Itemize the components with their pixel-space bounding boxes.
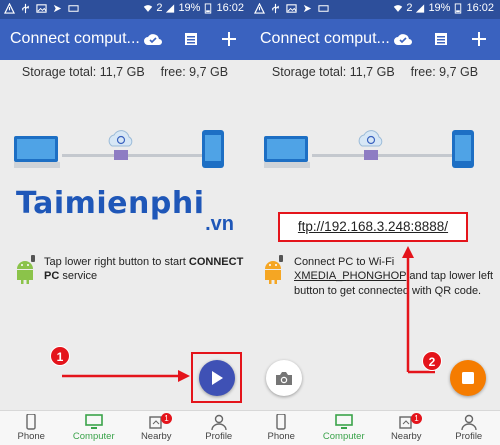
smartphone-icon [452, 130, 474, 168]
nav-nearby[interactable]: 1 Nearby [375, 411, 438, 445]
computer-icon [14, 136, 60, 168]
start-hint-bold-connect: CONNECT [188, 256, 244, 268]
phone-icon [276, 414, 286, 430]
nearby-badge: 1 [161, 413, 172, 424]
usb-icon [22, 3, 29, 14]
signal-icon [416, 3, 425, 13]
image-icon [36, 4, 47, 13]
camera-icon [276, 371, 292, 385]
usb-icon [272, 3, 279, 14]
app-bar: Connect comput... [250, 19, 500, 60]
nav-computer[interactable]: Computer [313, 411, 376, 445]
keyboard-icon [68, 5, 79, 12]
nav-nearby[interactable]: 1 Nearby [125, 411, 188, 445]
nav-profile[interactable]: Profile [188, 411, 251, 445]
sim-number: 2 [406, 2, 413, 14]
sync-cloud-icon [358, 130, 383, 147]
nav-phone[interactable]: Phone [0, 411, 63, 445]
connect-hint-text: Connect PC to Wi-Fi [294, 256, 395, 268]
battery-icon [205, 2, 212, 14]
cloud-done-icon[interactable] [392, 28, 414, 50]
connection-diagram [14, 130, 224, 168]
monitor-icon [84, 414, 103, 429]
signal-icon [166, 3, 175, 13]
storage-total: Storage total: 11,7 GB [21, 65, 145, 79]
clock: 16:02 [466, 2, 494, 14]
list-icon[interactable] [430, 28, 452, 50]
profile-icon [211, 414, 227, 430]
storage-info: Storage total: 11,7 GB free: 9,7 GB [0, 65, 250, 79]
battery-percent: 19% [178, 2, 201, 14]
stop-service-button[interactable] [450, 360, 486, 396]
stop-icon [462, 372, 474, 384]
storage-free: free: 9,7 GB [160, 65, 229, 79]
add-icon[interactable] [468, 28, 490, 50]
clock: 16:02 [216, 2, 244, 14]
keyboard-icon [318, 5, 329, 12]
bottom-nav: Phone Computer 1 Nearby Profile [250, 410, 500, 445]
wifi-icon [144, 4, 153, 12]
nav-nearby-label: Nearby [390, 431, 422, 442]
warning-icon [4, 3, 15, 14]
bottom-nav: Phone Computer 1 Nearby Profile [0, 410, 250, 445]
wifi-icon [394, 4, 403, 12]
start-hint-text: Tap lower right button to start [44, 256, 189, 268]
battery-icon [455, 2, 462, 14]
status-bar: 2 19% 16:02 [250, 0, 500, 19]
image-icon [286, 4, 297, 13]
step-marker-2: 2 [422, 351, 442, 371]
nav-profile-label: Profile [455, 431, 483, 442]
list-icon[interactable] [180, 28, 202, 50]
connect-hint: Connect PC to Wi-Fi XMEDIA_PHONGHOP and t… [294, 255, 494, 298]
nav-phone[interactable]: Phone [250, 411, 313, 445]
app-title: Connect comput... [10, 30, 140, 47]
status-bar: 2 19% 16:02 [0, 0, 250, 19]
sim-number: 2 [156, 2, 163, 14]
smartphone-icon [202, 130, 224, 168]
wifi-network-name: XMEDIA_PHONGHOP [294, 270, 407, 283]
play-icon [212, 371, 223, 385]
warning-icon [254, 3, 265, 14]
connection-diagram [264, 130, 474, 168]
start-hint: Tap lower right button to start CONNECT P… [44, 255, 250, 284]
nav-computer[interactable]: Computer [63, 411, 126, 445]
nearby-icon [303, 4, 312, 13]
nearby-badge: 1 [411, 413, 422, 424]
monitor-icon [334, 414, 353, 429]
profile-icon [461, 414, 477, 430]
logo-tld: .vn [205, 213, 234, 235]
watermark-logo: Taimienphi .vn [16, 186, 236, 244]
nav-profile-label: Profile [205, 431, 233, 442]
qr-scan-button[interactable] [266, 360, 302, 396]
logo-brand: Taimienphi [16, 186, 205, 221]
sync-cloud-icon [108, 130, 133, 147]
start-hint-tail: service [59, 270, 98, 283]
app-title: Connect comput... [260, 30, 390, 47]
add-icon[interactable] [218, 28, 240, 50]
storage-total: Storage total: 11,7 GB [271, 65, 395, 79]
android-icon [265, 255, 283, 284]
nav-profile[interactable]: Profile [438, 411, 500, 445]
ftp-address[interactable]: ftp://192.168.3.248:8888/ [278, 212, 468, 242]
battery-percent: 19% [428, 2, 451, 14]
storage-free: free: 9,7 GB [410, 65, 479, 79]
nav-computer-label: Computer [322, 431, 365, 442]
app-bar: Connect comput... [0, 19, 250, 60]
nav-computer-label: Computer [72, 431, 115, 442]
start-hint-bold-pc: PC [44, 270, 60, 283]
phone-icon [26, 414, 36, 430]
nearby-icon [53, 4, 62, 13]
computer-icon [264, 136, 310, 168]
cloud-done-icon[interactable] [142, 28, 164, 50]
android-icon [17, 255, 35, 284]
nav-phone-label: Phone [267, 431, 295, 442]
nav-nearby-label: Nearby [140, 431, 172, 442]
step-marker-1: 1 [50, 346, 70, 366]
storage-info: Storage total: 11,7 GB free: 9,7 GB [250, 65, 500, 79]
start-service-button[interactable] [199, 360, 235, 396]
nav-phone-label: Phone [17, 431, 45, 442]
